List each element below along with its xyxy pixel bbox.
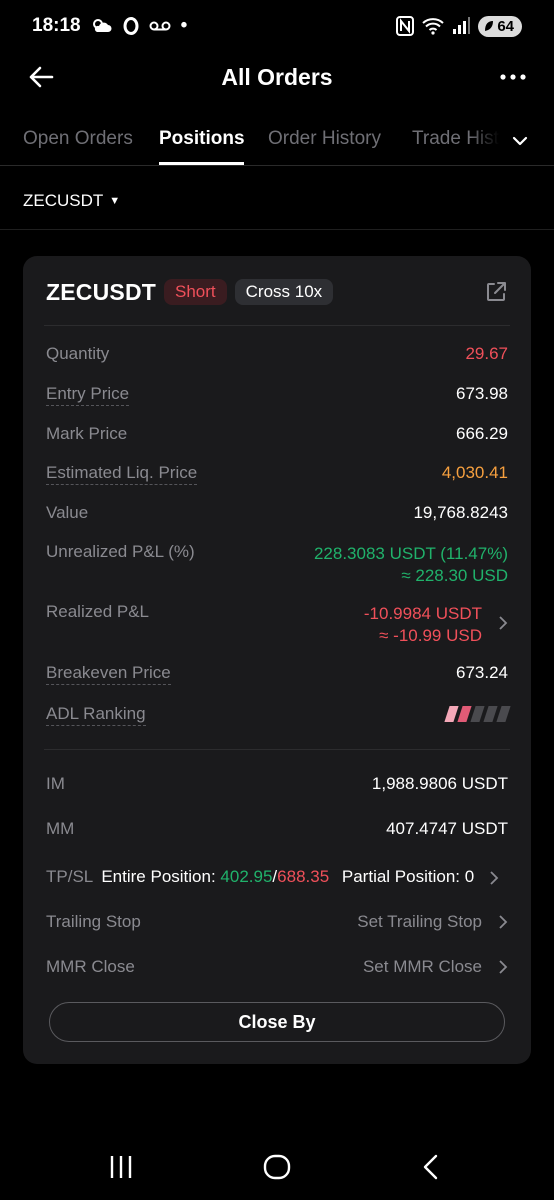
active-tab-indicator — [159, 162, 244, 165]
unrealized-pnl-usdt: 228.3083 USDT (11.47%) — [313, 544, 508, 563]
entry-price-value: 673.98 — [456, 384, 508, 403]
liq-price-label[interactable]: Estimated Liq. Price — [46, 463, 198, 485]
tpsl-tp-value: 402.95 — [220, 867, 273, 886]
mark-price-label: Mark Price — [46, 424, 128, 443]
nfc-icon — [396, 16, 415, 36]
chevron-right-icon — [499, 915, 508, 929]
position-card: ZECUSDT Short Cross 10x Quantity 29.67 E… — [23, 256, 531, 1064]
back-arrow-icon[interactable] — [26, 62, 56, 92]
battery-level: 64 — [497, 17, 514, 35]
share-icon[interactable] — [484, 280, 508, 304]
page-title: All Orders — [221, 63, 333, 90]
battery-indicator: 64 — [478, 15, 522, 37]
caret-down-icon: ▼ — [109, 194, 121, 207]
unrealized-pnl-value: 228.3083 USDT (11.47%) ≈ 228.30 USD — [314, 542, 508, 586]
leaf-icon — [485, 21, 494, 31]
breakeven-label[interactable]: Breakeven Price — [46, 663, 171, 685]
chevron-right-icon — [499, 616, 508, 630]
tab-positions[interactable]: Positions — [159, 128, 245, 150]
back-nav-icon[interactable] — [415, 1150, 449, 1184]
value-label: Value — [46, 503, 89, 522]
wifi-icon — [422, 18, 444, 35]
position-symbol: ZECUSDT — [46, 278, 157, 305]
im-label: IM — [46, 774, 65, 793]
position-header: ZECUSDT Short Cross 10x — [46, 276, 508, 308]
tpsl-entire-label: Entire Position: — [101, 867, 216, 886]
adl-bar — [457, 706, 472, 722]
mm-label: MM — [46, 819, 75, 838]
liq-price-value: 4,030.41 — [441, 463, 508, 482]
margin-mode-badge[interactable]: Cross 10x — [234, 279, 334, 305]
adl-label[interactable]: ADL Ranking — [46, 704, 146, 726]
chevron-down-icon[interactable] — [510, 131, 530, 151]
adl-indicator — [444, 706, 511, 722]
order-tabs: Open Orders Positions Order History Trad… — [0, 118, 554, 166]
chevron-right-icon — [499, 960, 508, 974]
notification-dot: • — [180, 15, 188, 36]
adl-bar — [483, 706, 498, 722]
adl-bar — [444, 706, 459, 722]
mmr-close-label: MMR Close — [46, 957, 135, 976]
tpsl-row[interactable]: TP/SL Entire Position: 402.95/688.35 Par… — [46, 867, 508, 887]
more-options-icon[interactable] — [498, 64, 528, 90]
chevron-right-icon — [490, 870, 499, 885]
tpsl-sl-value: 688.35 — [277, 867, 330, 886]
set-mmr-close-link[interactable]: Set MMR Close — [363, 957, 482, 977]
divider — [44, 325, 510, 326]
im-value: 1,988.9806 USDT — [371, 774, 508, 793]
realized-pnl-usdt: -10.9984 USDT — [363, 604, 482, 623]
set-trailing-stop-link[interactable]: Set Trailing Stop — [357, 912, 482, 932]
trailing-stop-label: Trailing Stop — [46, 912, 141, 931]
clock: 18:18 — [32, 15, 81, 36]
quantity-value: 29.67 — [465, 344, 508, 363]
tpsl-partial-value: 0 — [464, 867, 475, 886]
mark-price-value: 666.29 — [456, 424, 508, 443]
home-icon[interactable] — [260, 1150, 294, 1184]
filter-symbol: ZECUSDT — [23, 190, 104, 210]
recent-apps-icon[interactable] — [104, 1150, 138, 1184]
adl-bar — [496, 706, 511, 722]
voicemail-icon — [149, 21, 171, 31]
realized-pnl-label: Realized P&L — [46, 602, 150, 621]
close-by-button[interactable]: Close By — [49, 1002, 505, 1042]
quantity-label: Quantity — [46, 344, 110, 363]
opera-icon — [123, 17, 139, 35]
system-nav-bar — [0, 1130, 554, 1200]
signal-icon — [453, 17, 471, 34]
side-badge: Short — [164, 279, 227, 305]
tab-order-history[interactable]: Order History — [268, 128, 381, 150]
entry-price-label[interactable]: Entry Price — [46, 384, 130, 406]
value-value: 19,768.8243 — [413, 503, 508, 522]
divider — [44, 749, 510, 750]
realized-pnl-usd: ≈ -10.99 USD — [379, 626, 482, 645]
weather-icon — [92, 19, 112, 32]
unrealized-pnl-label: Unrealized P&L (%) — [46, 542, 195, 561]
tpsl-partial-label: Partial Position: — [341, 867, 461, 886]
app-header: All Orders — [0, 52, 554, 102]
status-bar: 18:18 • 64 — [0, 0, 554, 52]
realized-pnl-value: -10.9984 USDT ≈ -10.99 USD — [364, 602, 482, 646]
tab-open-orders[interactable]: Open Orders — [23, 128, 133, 150]
tpsl-label: TP/SL — [46, 867, 93, 886]
adl-bar — [470, 706, 485, 722]
breakeven-value: 673.24 — [456, 663, 508, 682]
mm-value: 407.4747 USDT — [386, 819, 508, 838]
symbol-filter[interactable]: ZECUSDT ▼ — [0, 172, 554, 230]
unrealized-pnl-usd: ≈ 228.30 USD — [401, 566, 508, 585]
